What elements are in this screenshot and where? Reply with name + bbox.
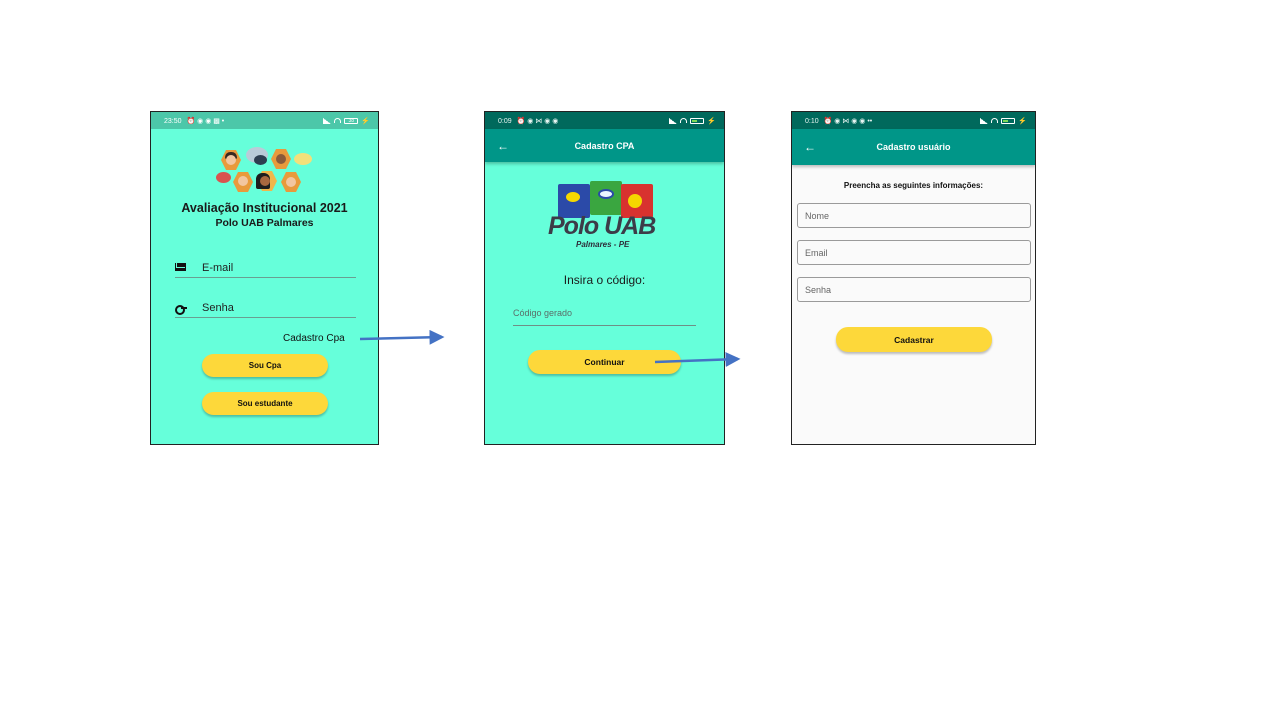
battery-icon: 38 — [344, 117, 359, 124]
code-prompt: Insira o código: — [563, 273, 646, 287]
password-label: Senha — [202, 301, 234, 314]
charging-icon: ⚡ — [707, 117, 716, 125]
login-screen: 23:50 ⏰ ◉ ◉ ▩ • 38 ⚡ Avaliação Instituci… — [150, 111, 379, 445]
email-label: E-mail — [202, 261, 234, 274]
battery-icon — [1001, 117, 1016, 124]
cadastro-cpa-screen: 0:09 ⏰ ◉ ⋈ ◉ ◉ ⚡ ← Cadastro CPA Polo UAB… — [484, 111, 725, 445]
mail-icon — [175, 262, 186, 271]
senha-field[interactable]: Senha — [797, 277, 1031, 302]
charging-icon: ⚡ — [1018, 117, 1027, 125]
email-field[interactable]: Email — [797, 240, 1031, 265]
charging-icon: ⚡ — [361, 117, 370, 125]
code-input[interactable]: Código gerado — [513, 301, 696, 326]
status-bar: 0:09 ⏰ ◉ ⋈ ◉ ◉ ⚡ — [485, 112, 724, 129]
back-arrow-icon[interactable]: ← — [497, 139, 509, 153]
key-icon — [175, 304, 187, 315]
wifi-icon — [991, 118, 999, 123]
cadastrar-button[interactable]: Cadastrar — [836, 327, 992, 352]
wifi-icon — [334, 118, 342, 123]
status-time: 0:10 — [805, 117, 819, 125]
password-field[interactable]: Senha — [175, 298, 356, 318]
cadastro-cpa-link[interactable]: Cadastro Cpa — [283, 333, 345, 344]
form-instructions: Preencha as seguintes informações: — [843, 181, 984, 190]
status-bar: 0:10 ⏰ ◉ ⋈ ◉ ◉ •• ⚡ — [792, 112, 1035, 129]
status-time: 0:09 — [498, 117, 512, 125]
appbar-title: Cadastro CPA — [574, 140, 635, 151]
app-subtitle: Polo UAB Palmares — [215, 217, 314, 229]
status-time: 23:50 — [164, 117, 182, 125]
people-avatars-illustration — [216, 147, 316, 195]
status-notification-icons: ⏰ ◉ ⋈ ◉ ◉ •• — [823, 117, 873, 125]
appbar-title: Cadastro usuário — [876, 142, 951, 152]
app-title: Avaliação Institucional 2021 — [181, 201, 348, 215]
signal-icon — [669, 117, 678, 124]
battery-icon — [690, 117, 705, 124]
logo-text: Polo UAB — [548, 212, 656, 240]
cadastro-usuario-screen: 0:10 ⏰ ◉ ⋈ ◉ ◉ •• ⚡ ← Cadastro usuário P… — [791, 111, 1036, 445]
status-bar: 23:50 ⏰ ◉ ◉ ▩ • 38 ⚡ — [151, 112, 378, 129]
polo-uab-logo: Polo UAB Palmares - PE — [548, 181, 660, 252]
continuar-button[interactable]: Continuar — [528, 350, 681, 374]
app-bar: ← Cadastro usuário — [792, 129, 1035, 165]
status-notification-icons: ⏰ ◉ ◉ ▩ • — [186, 117, 225, 125]
nome-field[interactable]: Nome — [797, 203, 1031, 228]
back-arrow-icon[interactable]: ← — [804, 140, 816, 154]
sou-cpa-button[interactable]: Sou Cpa — [202, 354, 328, 377]
signal-icon — [323, 117, 332, 124]
wifi-icon — [680, 118, 688, 123]
email-field[interactable]: E-mail — [175, 258, 356, 278]
signal-icon — [980, 117, 989, 124]
sou-estudante-button[interactable]: Sou estudante — [202, 392, 328, 415]
app-bar: ← Cadastro CPA — [485, 129, 724, 162]
status-notification-icons: ⏰ ◉ ⋈ ◉ ◉ — [516, 117, 559, 125]
logo-subtitle: Palmares - PE — [576, 240, 630, 249]
